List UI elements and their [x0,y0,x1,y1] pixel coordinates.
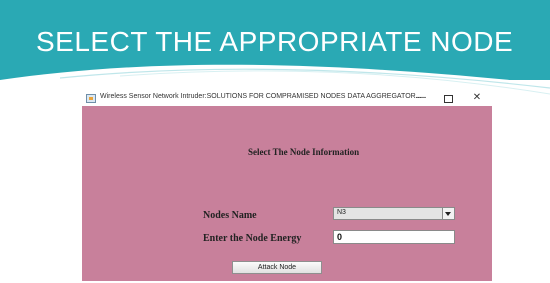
close-button[interactable]: ✕ [466,91,488,106]
nodes-name-label: Nodes Name [203,210,257,221]
maximize-button[interactable] [437,91,459,106]
chevron-down-icon[interactable] [442,208,454,219]
slide-title: SELECT THE APPROPRIATE NODE [36,26,514,57]
node-energy-label: Enter the Node Energy [203,233,302,244]
app-window-icon [86,94,96,103]
nodes-name-dropdown[interactable]: N3 [333,207,455,220]
window-titlebar[interactable]: Wireless Sensor Network Intruder:SOLUTIO… [82,91,492,106]
minimize-button[interactable]: — [410,91,432,106]
app-window: Wireless Sensor Network Intruder:SOLUTIO… [82,91,492,281]
window-title: Wireless Sensor Network Intruder:SOLUTIO… [100,93,422,100]
node-energy-input[interactable] [333,230,455,244]
nodes-name-selected: N3 [337,209,346,216]
form-heading: Select The Node Information [248,147,360,157]
attack-node-button[interactable]: Attack Node [232,261,322,274]
maximize-icon [443,95,453,103]
